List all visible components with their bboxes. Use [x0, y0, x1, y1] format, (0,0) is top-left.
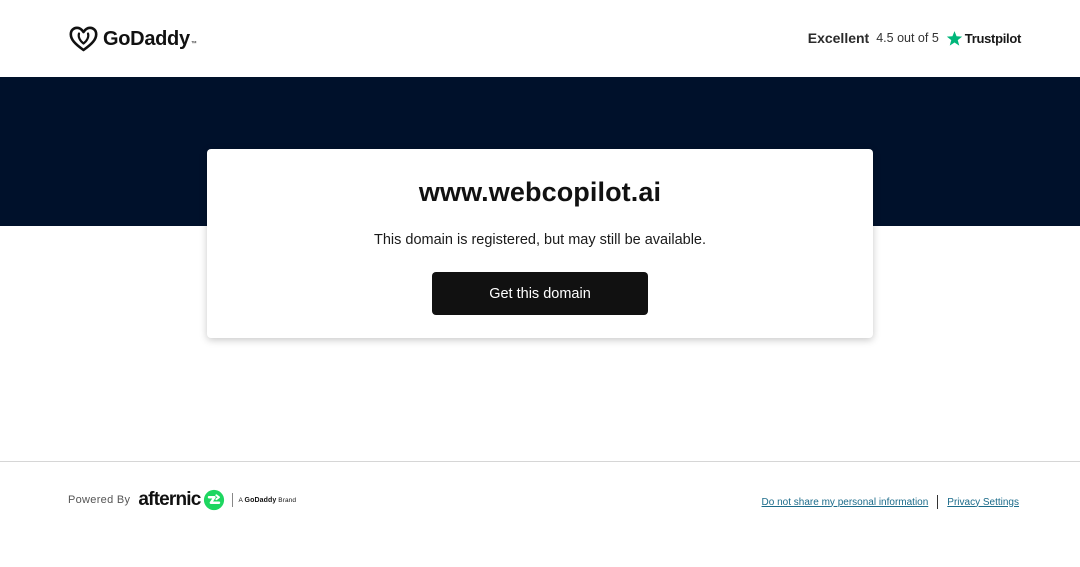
powered-by-label: Powered By — [68, 494, 131, 506]
footer-link-separator — [937, 495, 939, 509]
site-header: GoDaddy ™ Excellent 4.5 out of 5 Trustpi… — [0, 0, 1080, 77]
brand-separator — [231, 493, 233, 507]
godaddy-logo[interactable]: GoDaddy ™ — [69, 25, 197, 53]
domain-name: www.webcopilot.ai — [418, 177, 662, 207]
do-not-share-link[interactable]: Do not share my personal information — [762, 497, 929, 508]
trustpilot-star-icon — [946, 30, 962, 46]
trustpilot-wordmark: Trustpilot — [964, 30, 1022, 46]
brand-tag-suffix: Brand — [278, 496, 297, 504]
powered-by: Powered By afternic A GoDaddy Brand — [68, 488, 296, 512]
rating-label: Excellent — [807, 30, 870, 46]
domain-card: www.webcopilot.ai This domain is registe… — [207, 149, 873, 338]
rating-score: 4.5 out of 5 — [876, 31, 939, 45]
godaddy-logo-text: GoDaddy — [103, 27, 190, 50]
trustpilot-rating[interactable]: Excellent 4.5 out of 5 Trustpilot — [807, 28, 1022, 48]
trademark-symbol: ™ — [190, 41, 197, 47]
footer-divider — [0, 461, 1080, 462]
get-domain-button[interactable]: Get this domain — [432, 272, 648, 315]
afternic-logo-text[interactable]: afternic — [138, 489, 201, 511]
domain-status-message: This domain is registered, but may still… — [373, 232, 707, 248]
afternic-logo-icon — [203, 489, 224, 511]
privacy-settings-link[interactable]: Privacy Settings — [947, 497, 1019, 508]
brand-tag-prefix: A — [238, 496, 243, 504]
godaddy-brand-tag: A GoDaddy Brand — [239, 497, 297, 504]
footer-links: Do not share my personal information Pri… — [762, 495, 1019, 509]
godaddy-logo-icon — [69, 26, 98, 52]
brand-tag-brand: GoDaddy — [244, 496, 277, 504]
